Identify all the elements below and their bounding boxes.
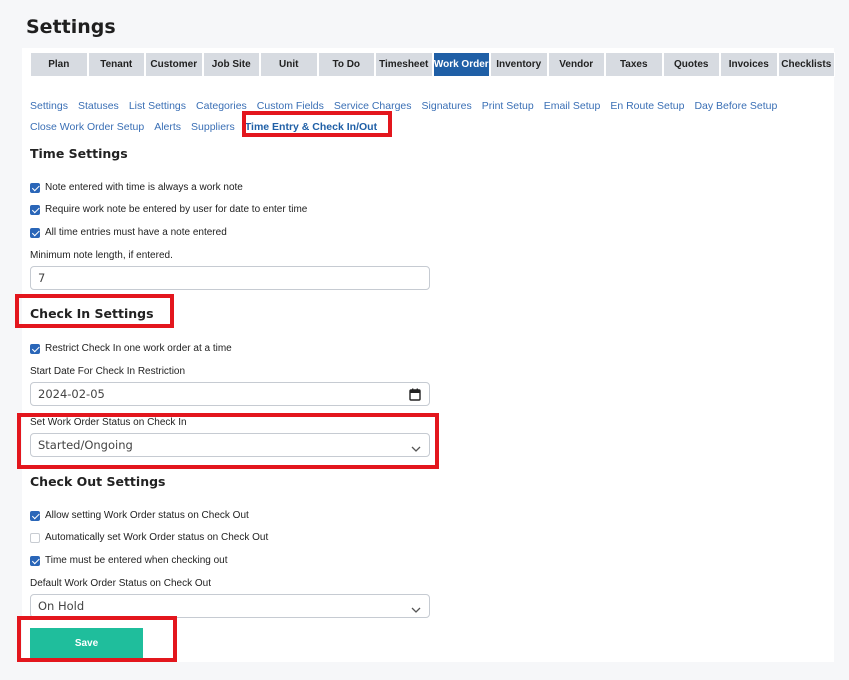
settings-tabs: Plan Tenant Customer Job Site Unit To Do… bbox=[30, 52, 835, 77]
min-note-length-input[interactable]: 7 bbox=[30, 266, 430, 290]
checkbox-checked-icon[interactable] bbox=[30, 555, 40, 566]
check-out-option-label: Time must be entered when checking out bbox=[45, 555, 228, 566]
check-out-option-label: Automatically set Work Order status on C… bbox=[45, 532, 269, 543]
chevron-down-icon bbox=[411, 603, 421, 617]
default-check-out-status-select[interactable]: On Hold bbox=[30, 594, 430, 618]
tab-checklists[interactable]: Checklists bbox=[777, 52, 835, 77]
time-option-label: Note entered with time is always a work … bbox=[45, 182, 243, 193]
checkbox-checked-icon[interactable] bbox=[30, 204, 40, 215]
checkbox-checked-icon[interactable] bbox=[30, 343, 40, 354]
start-date-value: 2024-02-05 bbox=[38, 387, 105, 401]
check-in-settings-title: Check In Settings bbox=[30, 306, 154, 321]
restrict-check-in-label: Restrict Check In one work order at a ti… bbox=[45, 343, 232, 354]
highlight-current-subnav bbox=[242, 111, 392, 137]
time-option-label: Require work note be entered by user for… bbox=[45, 204, 308, 215]
calendar-icon[interactable] bbox=[409, 388, 421, 404]
tab-to-do[interactable]: To Do bbox=[317, 52, 375, 77]
subnav-categories[interactable]: Categories bbox=[196, 96, 247, 117]
subnav-alerts[interactable]: Alerts bbox=[154, 117, 181, 138]
start-date-label: Start Date For Check In Restriction bbox=[30, 366, 186, 377]
default-check-out-status-label: Default Work Order Status on Check Out bbox=[30, 578, 212, 589]
time-settings-title: Time Settings bbox=[30, 146, 128, 161]
tab-invoices[interactable]: Invoices bbox=[720, 52, 778, 77]
check-out-option-row[interactable]: Time must be entered when checking out bbox=[30, 555, 228, 566]
time-option-label: All time entries must have a note entere… bbox=[45, 227, 227, 238]
check-out-option-row[interactable]: Automatically set Work Order status on C… bbox=[30, 532, 268, 543]
subnav-print-setup[interactable]: Print Setup bbox=[482, 96, 534, 117]
check-in-status-value: Started/Ongoing bbox=[38, 438, 133, 452]
subnav-email-setup[interactable]: Email Setup bbox=[544, 96, 601, 117]
tab-quotes[interactable]: Quotes bbox=[662, 52, 720, 77]
min-note-length-value: 7 bbox=[38, 271, 46, 285]
subnav-signatures[interactable]: Signatures bbox=[422, 96, 472, 117]
tab-vendor[interactable]: Vendor bbox=[547, 52, 605, 77]
default-check-out-status-value: On Hold bbox=[38, 599, 85, 613]
check-in-status-select[interactable]: Started/Ongoing bbox=[30, 433, 430, 457]
tab-inventory[interactable]: Inventory bbox=[490, 52, 548, 77]
tab-work-order[interactable]: Work Order bbox=[432, 52, 490, 77]
min-note-length-label: Minimum note length, if entered. bbox=[30, 250, 173, 261]
time-option-row[interactable]: All time entries must have a note entere… bbox=[30, 227, 227, 238]
subnav-settings[interactable]: Settings bbox=[30, 96, 68, 117]
save-button[interactable]: Save bbox=[30, 628, 143, 658]
subnav-en-route-setup[interactable]: En Route Setup bbox=[610, 96, 684, 117]
settings-card bbox=[22, 48, 834, 662]
tab-taxes[interactable]: Taxes bbox=[605, 52, 663, 77]
subnav-statuses[interactable]: Statuses bbox=[78, 96, 119, 117]
page-title: Settings bbox=[26, 16, 116, 38]
chevron-down-icon bbox=[411, 442, 421, 456]
subnav-list-settings[interactable]: List Settings bbox=[129, 96, 186, 117]
subnav-day-before-setup[interactable]: Day Before Setup bbox=[694, 96, 777, 117]
start-date-input[interactable]: 2024-02-05 bbox=[30, 382, 430, 406]
subnav-close-work-order-setup[interactable]: Close Work Order Setup bbox=[30, 117, 144, 138]
check-in-status-label: Set Work Order Status on Check In bbox=[30, 417, 187, 428]
tab-job-site[interactable]: Job Site bbox=[202, 52, 260, 77]
checkbox-unchecked-icon[interactable] bbox=[30, 532, 40, 543]
work-order-subnav: Settings Statuses List Settings Categories C… bbox=[30, 96, 830, 138]
checkbox-checked-icon[interactable] bbox=[30, 510, 40, 521]
restrict-check-in-row[interactable]: Restrict Check In one work order at a ti… bbox=[30, 343, 232, 354]
subnav-suppliers[interactable]: Suppliers bbox=[191, 117, 235, 138]
time-option-row[interactable]: Note entered with time is always a work … bbox=[30, 182, 243, 193]
tab-plan[interactable]: Plan bbox=[30, 52, 88, 77]
check-out-option-row[interactable]: Allow setting Work Order status on Check… bbox=[30, 510, 249, 521]
check-out-settings-title: Check Out Settings bbox=[30, 474, 166, 489]
tab-customer[interactable]: Customer bbox=[145, 52, 203, 77]
tab-timesheet[interactable]: Timesheet bbox=[375, 52, 433, 77]
check-out-option-label: Allow setting Work Order status on Check… bbox=[45, 510, 249, 521]
checkbox-checked-icon[interactable] bbox=[30, 182, 40, 193]
tab-unit[interactable]: Unit bbox=[260, 52, 318, 77]
tab-tenant[interactable]: Tenant bbox=[87, 52, 145, 77]
checkbox-checked-icon[interactable] bbox=[30, 227, 40, 238]
time-option-row[interactable]: Require work note be entered by user for… bbox=[30, 204, 307, 215]
